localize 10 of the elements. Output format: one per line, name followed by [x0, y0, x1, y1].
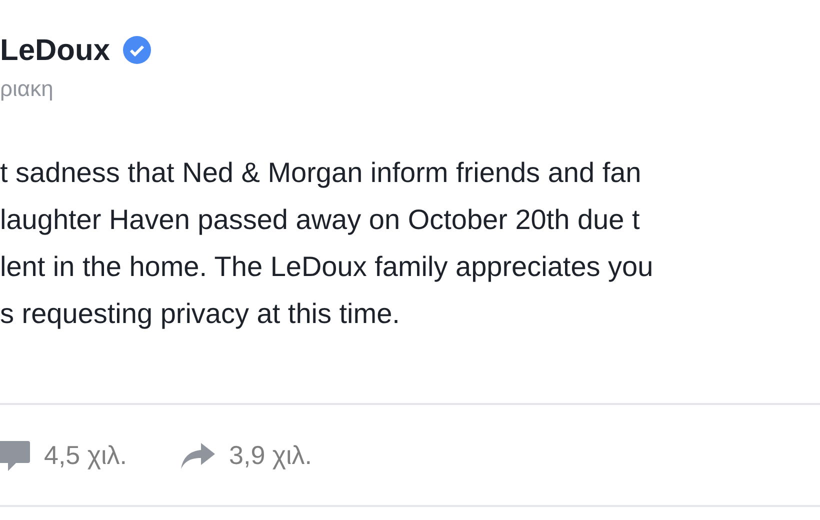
- share-count[interactable]: 3,9 χιλ.: [229, 436, 312, 475]
- post-text-line: s requesting privacy at this time.: [0, 297, 401, 331]
- share-arrow-icon: [181, 442, 216, 468]
- post-text-line: laughter Haven passed away on October 20th due t: [0, 203, 641, 237]
- comment-count[interactable]: 4,5 χιλ.: [44, 436, 128, 475]
- post-text-line: lent in the home. The LeDoux family appreciates you: [0, 250, 654, 284]
- post-text-line: t sadness that Ned & Morgan inform friends and fan: [0, 156, 642, 190]
- post-time[interactable]: ριακη: [0, 72, 820, 105]
- comment-icon: [0, 438, 30, 472]
- author-name[interactable]: LeDoux: [0, 28, 110, 72]
